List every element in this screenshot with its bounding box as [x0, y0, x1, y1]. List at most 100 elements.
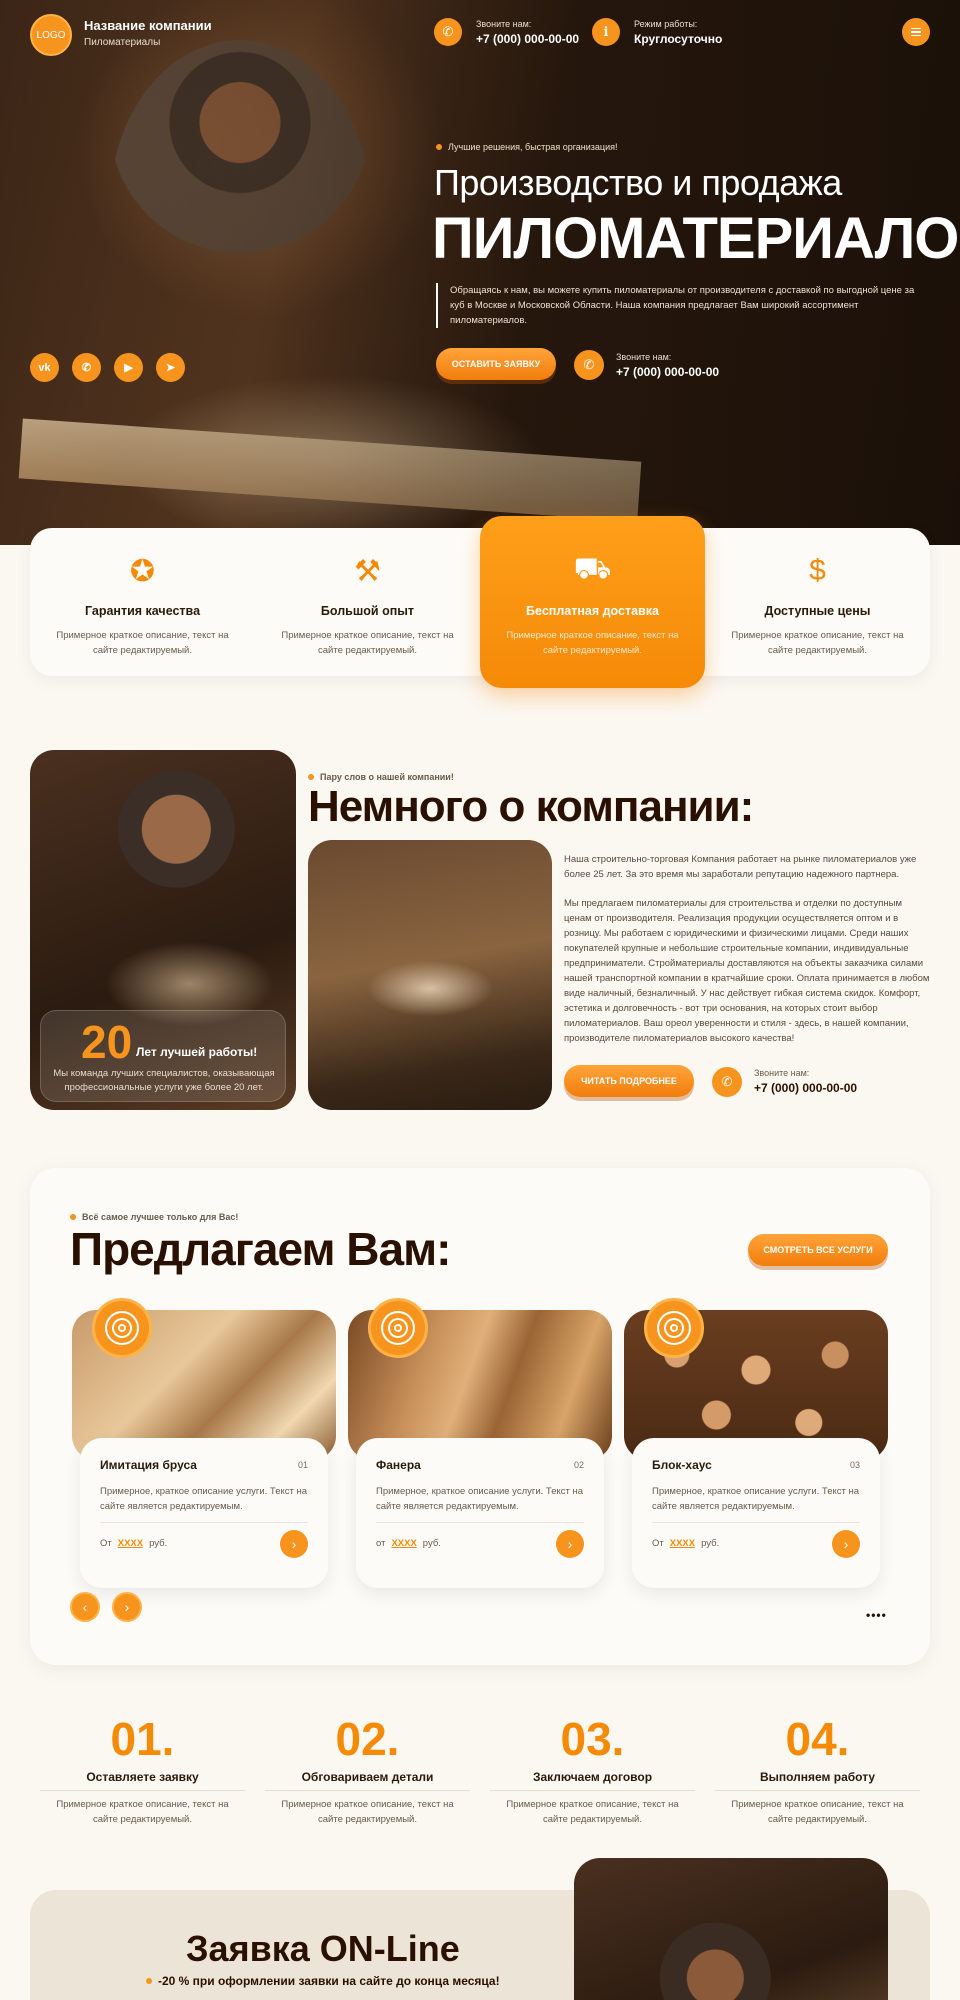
step-title: Заключаем договор — [490, 1770, 695, 1791]
telegram-icon[interactable]: ➤ — [156, 353, 185, 382]
hero-phone-block: Звоните нам: +7 (000) 000-00-00 — [616, 352, 719, 379]
hero-phone-icon[interactable]: ✆ — [574, 350, 604, 380]
service-price: от XXXX руб. — [376, 1538, 441, 1549]
service-number: 03 — [849, 1460, 860, 1470]
about-tag: Пару слов о нашей компании! — [308, 772, 454, 782]
menu-burger-icon[interactable] — [902, 18, 930, 46]
feature-price: $ Доступные цены Примерное краткое описа… — [705, 528, 930, 676]
experience-stat: 20 Лет лучшей работы! Мы команда лучших … — [40, 1010, 286, 1102]
wood-ring-icon — [368, 1298, 428, 1358]
slider-next-arrow-icon[interactable]: › — [112, 1592, 142, 1622]
header-phone[interactable]: +7 (000) 000-00-00 — [476, 32, 579, 46]
about-phone-icon[interactable]: ✆ — [712, 1067, 742, 1097]
slider-more-dots[interactable]: •••• — [866, 1608, 887, 1622]
about-text: Наша строительно-торговая Компания работ… — [564, 852, 932, 1046]
step-title: Выполняем работу — [715, 1770, 920, 1791]
whatsapp-icon[interactable]: ✆ — [72, 353, 101, 382]
services-tag: Всё самое лучшее только для Вас! — [70, 1212, 238, 1222]
order-subtitle: -20 % при оформлении заявки на сайте до … — [146, 1974, 500, 1988]
company-block: Название компании Пиломатериалы — [84, 18, 212, 48]
hours-value: Круглосуточно — [634, 32, 723, 46]
step-item: 01. Оставляете заявку Примерное краткое … — [30, 1712, 255, 1827]
order-title: Заявка ON-Line — [186, 1928, 460, 1969]
service-card[interactable]: Блок-хаус 03 Примерное, краткое описание… — [624, 1298, 888, 1588]
step-number: 04. — [785, 1713, 850, 1765]
about-paragraph: Наша строительно-торговая Компания работ… — [564, 854, 917, 880]
service-card[interactable]: Имитация бруса 01 Примерное, краткое опи… — [72, 1298, 336, 1588]
stat-description: Мы команда лучших специалистов, оказываю… — [53, 1068, 275, 1093]
wood-ring-icon — [92, 1298, 152, 1358]
hero-title-line2: ПИЛОМАТЕРИАЛОВ — [432, 206, 960, 271]
feature-desc: Примерное краткое описание, текст на сай… — [281, 630, 454, 656]
feature-title: Большой опыт — [320, 604, 415, 618]
hero-phone[interactable]: +7 (000) 000-00-00 — [616, 365, 719, 379]
logo[interactable]: LOGO — [30, 14, 72, 56]
service-name: Блок-хаус — [652, 1458, 712, 1472]
header-hours-block: Режим работы: Круглосуточно — [634, 19, 722, 46]
slider-prev-arrow-icon[interactable]: ‹ — [70, 1592, 100, 1622]
hero-section: LOGO Название компании Пиломатериалы ✆ З… — [0, 0, 960, 545]
step-item: 04. Выполняем работу Примерное краткое о… — [705, 1712, 930, 1827]
feature-desc: Примерное краткое описание, текст на сай… — [56, 630, 229, 656]
read-more-button[interactable]: ЧИТАТЬ ПОДРОБНЕЕ — [564, 1065, 694, 1097]
view-all-services-button[interactable]: СМОТРЕТЬ ВСЕ УСЛУГИ — [748, 1234, 888, 1266]
service-card[interactable]: Фанера 02 Примерное, краткое описание ус… — [348, 1298, 612, 1588]
quality-icon: ✪ — [129, 554, 156, 588]
wood-ring-icon — [644, 1298, 704, 1358]
services-title: Предлагаем Вам: — [70, 1223, 451, 1275]
order-photo-carpenter — [574, 1858, 888, 2000]
feature-title: Гарантия качества — [84, 604, 201, 618]
about-paragraph: Мы предлагаем пиломатериалы для строител… — [564, 898, 930, 1044]
feature-experience: ⚒ Большой опыт Примерное краткое описани… — [255, 528, 480, 676]
service-name: Имитация бруса — [100, 1458, 197, 1472]
hero-call-label: Звоните нам: — [616, 352, 672, 362]
about-photo-workbench — [308, 840, 552, 1110]
feature-quality: ✪ Гарантия качества Примерное краткое оп… — [30, 528, 255, 676]
service-desc: Примерное, краткое описание услуги. Текс… — [100, 1486, 308, 1512]
delivery-icon: ⛟ — [573, 552, 612, 585]
step-number: 03. — [560, 1713, 625, 1765]
step-title: Обговариваем детали — [265, 1770, 470, 1791]
chevron-right-icon[interactable]: › — [832, 1530, 860, 1558]
service-number: 02 — [573, 1460, 584, 1470]
service-name: Фанера — [376, 1458, 421, 1472]
stat-label: Лет лучшей работы! — [136, 1045, 258, 1059]
about-title: Немного о компании: — [308, 782, 754, 831]
company-name: Название компании — [84, 18, 212, 33]
youtube-icon[interactable]: ▶ — [114, 353, 143, 382]
chevron-right-icon[interactable]: › — [556, 1530, 584, 1558]
service-price: От XXXX руб. — [100, 1538, 168, 1549]
company-subtitle: Пиломатериалы — [84, 37, 161, 48]
chevron-right-icon[interactable]: › — [280, 1530, 308, 1558]
features-panel: ✪ Гарантия качества Примерное краткое оп… — [30, 516, 930, 688]
feature-desc: Примерное краткое описание, текст на сай… — [506, 630, 679, 656]
service-desc: Примерное, краткое описание услуги. Текс… — [376, 1486, 584, 1512]
about-call-label: Звоните нам: — [754, 1068, 810, 1078]
hours-label: Режим работы: — [634, 19, 698, 29]
social-links: vk ✆ ▶ ➤ — [30, 353, 185, 382]
step-number: 02. — [335, 1713, 400, 1765]
feature-title: Бесплатная доставка — [526, 604, 659, 618]
step-desc: Примерное краткое описание, текст на сай… — [731, 1799, 904, 1825]
step-desc: Примерное краткое описание, текст на сай… — [506, 1799, 679, 1825]
step-item: 02. Обговариваем детали Примерное кратко… — [255, 1712, 480, 1827]
price-icon: $ — [809, 554, 826, 587]
step-title: Оставляете заявку — [40, 1770, 245, 1791]
step-desc: Примерное краткое описание, текст на сай… — [56, 1799, 229, 1825]
feature-title: Доступные цены — [764, 604, 871, 618]
vk-icon[interactable]: vk — [30, 353, 59, 382]
step-item: 03. Заключаем договор Примерное краткое … — [480, 1712, 705, 1827]
header-call-label: Звоните нам: — [476, 19, 532, 29]
service-number: 01 — [297, 1460, 308, 1470]
stat-number: 20 — [81, 1016, 133, 1068]
step-desc: Примерное краткое описание, текст на сай… — [281, 1799, 454, 1825]
leave-request-button[interactable]: ОСТАВИТЬ ЗАЯВКУ — [436, 348, 556, 380]
experience-icon: ⚒ — [354, 554, 381, 588]
about-phone[interactable]: +7 (000) 000-00-00 — [754, 1081, 857, 1095]
hero-description: Обращаясь к нам, вы можете купить пилома… — [436, 283, 926, 328]
feature-desc: Примерное краткое описание, текст на сай… — [731, 630, 904, 656]
hero-tagline: Лучшие решения, быстрая организация! — [436, 142, 617, 152]
hero-title-line1: Производство и продажа — [434, 162, 842, 203]
service-price: От XXXX руб. — [652, 1538, 720, 1549]
phone-icon[interactable]: ✆ — [434, 18, 462, 46]
